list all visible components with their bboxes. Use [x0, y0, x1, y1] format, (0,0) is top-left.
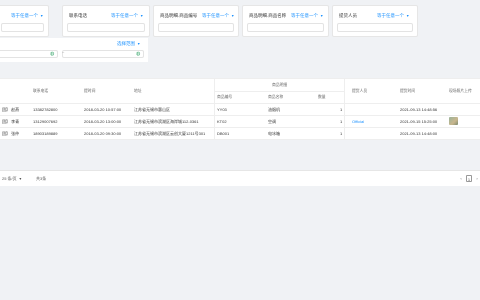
filter-input[interactable]: [67, 23, 145, 32]
filter-operator-select[interactable]: 等于任意一个 ▼: [377, 13, 409, 19]
column-header-product-name[interactable]: 商品名称: [268, 95, 283, 100]
date-input-end[interactable]: [62, 50, 144, 58]
filter-operator-select[interactable]: 等于任意一个 ▼: [291, 13, 323, 19]
cell-product-code: KT02: [217, 119, 227, 124]
table-row[interactable]: 团】 李青 13129007692 2018-03-20 13:00:00 江苏…: [0, 115, 480, 127]
table-row[interactable]: 团】 赵燕 13382782800 2018-03-20 10:57:00 江苏…: [0, 103, 480, 115]
column-header-product-code[interactable]: 商品编号: [217, 95, 232, 100]
photo-thumbnail[interactable]: [449, 117, 458, 125]
filter-card-product-name[interactable]: 商品明细.商品名称 等于任意一个 ▼: [242, 5, 329, 37]
cell-picker[interactable]: Official: [352, 119, 364, 124]
page-number-button[interactable]: 1: [466, 175, 472, 182]
cell-address: 江苏省无锡市滨湖区海岸城112-0361: [134, 119, 199, 124]
chevron-down-icon: ▼: [231, 13, 235, 18]
cell-product-name: 空调: [268, 119, 276, 124]
filter-card-picker[interactable]: 提货人员 等于任意一个 ▼: [332, 5, 418, 37]
cell-submit-time: 2018-03-20 10:57:00: [84, 107, 122, 112]
data-table: 联系电话 提时间 地址 商品明细 商品编号 商品名称 数量 提货人员 提货时间 …: [0, 78, 480, 140]
cell-pickup-time: 2021-09-13 14:48:56: [400, 107, 438, 112]
filter-label: 商品明细.商品名称: [249, 13, 287, 18]
total-count: 共3条: [36, 176, 47, 181]
cell-customer: 团】 张仲: [2, 131, 20, 136]
cell-phone: 18903189889: [33, 131, 58, 136]
column-header-pickup-time[interactable]: 提货时间: [400, 89, 415, 94]
filter-input[interactable]: [247, 23, 324, 32]
filter-card-product-code[interactable]: 商品明细.商品编号 等于任意一个 ▼: [153, 5, 239, 37]
filter-label: 商品明细.商品编号: [160, 13, 198, 18]
filter-operator-select[interactable]: 等于任意一个 ▼: [11, 13, 43, 19]
chevron-down-icon: ▼: [140, 13, 144, 18]
next-page-button[interactable]: ›: [474, 175, 480, 182]
calendar-icon[interactable]: ◍: [50, 51, 54, 57]
calendar-icon[interactable]: ◍: [136, 51, 140, 57]
range-select[interactable]: 选择范围 ▼: [117, 41, 140, 47]
cell-customer: 团】 李青: [2, 119, 20, 124]
cell-product-code: YY03: [217, 107, 227, 112]
cell-qty: 1: [340, 119, 343, 124]
filter-operator-select[interactable]: 等于任意一个 ▼: [202, 13, 234, 19]
table-row[interactable]: 团】 张仲 18903189889 2018-03-20 09:30:00 江苏…: [0, 127, 480, 139]
filter-card-phone[interactable]: 联系电话 等于任意一个 ▼: [62, 5, 150, 37]
column-header-address[interactable]: 地址: [134, 89, 142, 94]
chevron-down-icon: ▼: [406, 13, 410, 18]
cell-qty: 1: [340, 107, 343, 112]
column-header-picker[interactable]: 提货人员: [352, 89, 367, 94]
divider: [0, 78, 480, 79]
filter-input[interactable]: [158, 23, 234, 32]
chevron-down-icon: ▼: [137, 41, 141, 46]
cell-address: 江苏省无锡市惠山区: [134, 107, 170, 112]
chevron-down-icon: ▼: [320, 13, 324, 18]
page-size-select[interactable]: 25 条/页 ▼: [2, 176, 22, 182]
filter-input[interactable]: [1, 23, 44, 32]
tilde-separator: ~: [62, 50, 65, 55]
prev-page-button[interactable]: ‹: [458, 175, 464, 182]
cell-submit-time: 2018-03-20 09:30:00: [84, 131, 122, 136]
column-header-photo[interactable]: 现场照片上传: [449, 89, 472, 94]
column-header-qty[interactable]: 数量: [318, 95, 326, 100]
chevron-down-icon: ▼: [40, 13, 44, 18]
chevron-down-icon: ▼: [18, 176, 23, 181]
cell-product-code: DB001: [217, 131, 230, 136]
cell-pickup-time: 2021-09-15 15:25:00: [400, 119, 438, 124]
filter-card-customer[interactable]: 等于任意一个 ▼: [0, 5, 49, 37]
filter-label: 提货人员: [339, 13, 357, 18]
pagination-bar: 25 条/页 ▼ 共3条 ‹ 1 ›: [0, 170, 480, 186]
cell-product-name: 油烟机: [268, 107, 280, 112]
cell-product-name: 电冰箱: [268, 131, 280, 136]
cell-customer: 团】 赵燕: [2, 107, 20, 112]
filter-card-date[interactable]: ◍ 选择范围 ▼ ~ ◍: [0, 38, 148, 62]
divider: [0, 139, 480, 140]
cell-submit-time: 2018-03-20 13:00:00: [84, 119, 122, 124]
column-header-phone[interactable]: 联系电话: [33, 89, 48, 94]
cell-pickup-time: 2021-09-13 14:48:00: [400, 131, 438, 136]
cell-phone: 13382782800: [33, 107, 58, 112]
cell-phone: 13129007692: [33, 119, 58, 124]
filter-input[interactable]: [337, 23, 413, 32]
divider: [214, 91, 344, 92]
column-header-submit-time[interactable]: 提时间: [84, 89, 95, 94]
column-header-detail-group: 商品明细: [272, 83, 288, 87]
cell-address: 江苏省无锡市滨湖区云创大厦1211号301: [134, 131, 206, 136]
filter-operator-select[interactable]: 等于任意一个 ▼: [111, 13, 143, 19]
cell-qty: 1: [340, 131, 343, 136]
filter-label: 联系电话: [69, 13, 87, 18]
